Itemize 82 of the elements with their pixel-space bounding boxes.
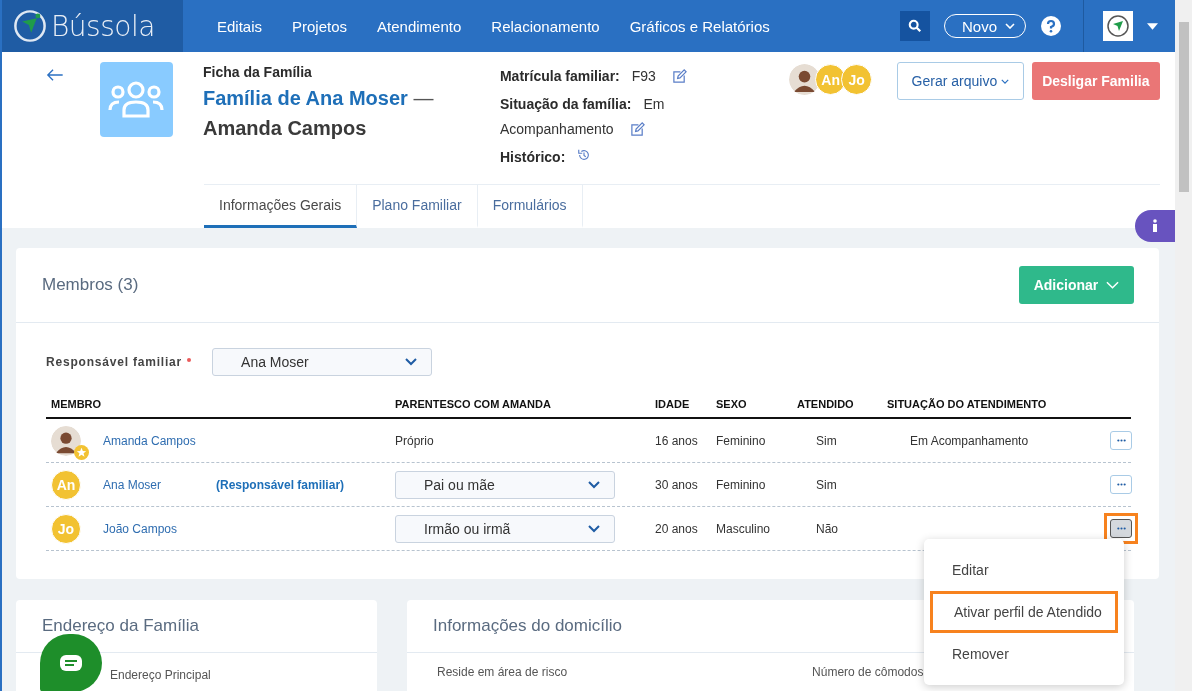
ellipsis-icon	[1116, 439, 1126, 442]
table-cell: Em Acompanhamento	[910, 433, 1029, 448]
member-avatar	[51, 425, 81, 456]
relation-select[interactable]: Irmão ou irmã	[395, 514, 615, 543]
chevron-down-icon	[1005, 23, 1015, 29]
field-label: Endereço Principal	[110, 668, 211, 682]
column-header: IDADE	[655, 398, 691, 410]
chevron-down-icon	[588, 480, 600, 489]
profile-logo-icon[interactable]	[1103, 11, 1133, 41]
search-icon	[907, 19, 922, 33]
responsible-label: Responsável familiar	[46, 355, 183, 369]
nav-link[interactable]: Relacionamento	[491, 17, 600, 35]
history-icon[interactable]	[577, 147, 592, 162]
help-icon[interactable]	[1041, 16, 1061, 36]
relation-select[interactable]: Pai ou mãe	[395, 470, 615, 499]
nav-link[interactable]: Projetos	[292, 17, 348, 35]
field-label: Número de cômodos	[812, 665, 924, 679]
member-name-link[interactable]: Ana Moser	[103, 477, 216, 492]
chevron-down-icon	[588, 524, 600, 533]
field-label: Histórico:	[499, 148, 566, 167]
more-actions-button[interactable]	[1110, 519, 1132, 538]
table-cell-text: 30 anos	[655, 477, 699, 492]
table-cell: Sim	[816, 433, 837, 448]
logo-icon	[12, 8, 48, 44]
column-header: SITUAÇÃO DO ATENDIMENTO	[887, 398, 1048, 410]
generate-file-button[interactable]: Gerar arquivo	[897, 62, 1024, 100]
menu-item[interactable]: Remover	[928, 633, 1120, 675]
field-value: Em	[643, 95, 665, 114]
field-label: Matrícula familiar:	[499, 67, 620, 86]
field-value: Acompanhamento	[499, 120, 614, 139]
column-header: ATENDIDO	[797, 398, 855, 410]
logo-text: Bússola	[51, 9, 155, 43]
tab[interactable]: Informações Gerais	[204, 185, 358, 228]
chevron-down-icon	[405, 358, 418, 366]
edit-icon[interactable]	[629, 122, 645, 137]
field-label: Situação da família:	[499, 95, 632, 114]
column-header: SEXO	[716, 398, 748, 410]
disconnect-family-button[interactable]: Desligar Familia	[1031, 62, 1160, 100]
field-label: Reside em área de risco	[437, 665, 568, 679]
table-cell: Próprio	[395, 433, 434, 448]
tab[interactable]: Plano Familiar	[357, 185, 478, 228]
table-cell: Sim	[816, 477, 837, 492]
back-arrow-icon[interactable]	[46, 68, 64, 82]
nav-link[interactable]: Atendimento	[377, 17, 462, 35]
ellipsis-icon	[1116, 483, 1126, 486]
column-header: MEMBRO	[50, 398, 103, 410]
chat-icon	[59, 654, 83, 672]
table-cell-text: 20 anos	[655, 521, 699, 536]
menu-item[interactable]: Ativar perfil de Atendido	[930, 591, 1118, 633]
page-subtitle: Ficha da Família	[202, 64, 313, 80]
responsible-select[interactable]: Ana Moser	[212, 348, 433, 376]
table-cell-text: Feminino	[716, 477, 767, 492]
table-cell: Não	[816, 521, 838, 536]
table-cell-text: Masculino	[716, 521, 772, 536]
field-value: F93	[631, 67, 656, 86]
table-cell-text: 16 anos	[655, 433, 699, 448]
card-title: Membros (3)	[42, 275, 139, 295]
nav-link[interactable]: Gráficos e Relatórios	[629, 17, 770, 35]
member-name-link[interactable]: João Campos	[103, 521, 216, 536]
tab[interactable]: Formulários	[477, 185, 583, 228]
nav-link[interactable]: Editais	[217, 17, 263, 35]
search-button[interactable]	[899, 11, 930, 41]
menu-item[interactable]: Editar	[928, 549, 1120, 591]
member-name-link[interactable]: Amanda Campos	[103, 433, 216, 448]
scrollbar[interactable]	[1175, 0, 1192, 691]
family-title: Família de Ana Moser — Amanda Campos	[202, 86, 435, 141]
member-avatar: Jo	[51, 513, 81, 544]
info-button[interactable]	[1135, 210, 1175, 242]
card-title: Informações do domicílio	[433, 616, 622, 636]
info-icon	[1152, 219, 1158, 233]
responsible-tag: (Responsável familiar)	[216, 477, 345, 492]
column-header: PARENTESCO COM AMANDA	[395, 398, 552, 410]
chevron-down-icon	[1106, 281, 1120, 289]
caret-icon[interactable]	[1147, 22, 1158, 30]
card-title: Endereço da Família	[42, 616, 199, 636]
member-avatar: An	[51, 469, 81, 500]
chevron-down-icon	[1001, 78, 1010, 84]
required-dot-icon	[187, 358, 192, 362]
table-cell-text: Feminino	[716, 433, 767, 448]
edit-icon[interactable]	[671, 69, 687, 84]
ellipsis-icon	[1116, 527, 1126, 530]
member-avatar: Jo	[841, 64, 873, 95]
